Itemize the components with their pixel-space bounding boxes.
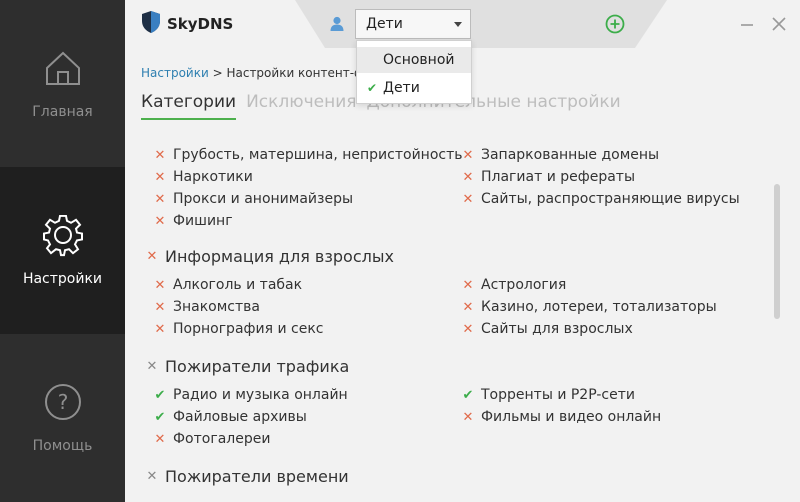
category-item[interactable]: ✕ Знакомства — [153, 299, 260, 315]
cross-icon: ✕ — [154, 191, 166, 207]
cross-icon: ✕ — [154, 431, 166, 447]
category-item-label: Файловые архивы — [173, 409, 307, 425]
cross-icon: ✕ — [146, 469, 158, 484]
cross-icon: ✕ — [146, 359, 158, 374]
category-item-label: Фишинг — [173, 213, 233, 229]
cross-icon: ✕ — [154, 299, 166, 315]
category-item[interactable]: ✕ Сайты, распространяющие вирусы — [461, 191, 740, 207]
category-item-label: Алкоголь и табак — [173, 277, 303, 293]
category-item-label: Астрология — [481, 277, 567, 293]
breadcrumb-link[interactable]: Настройки — [141, 66, 209, 80]
breadcrumb: Настройки > Настройки контент-фи — [141, 66, 372, 80]
category-group-label: Пожиратели времени — [165, 467, 349, 486]
category-group-label: Информация для взрослых — [165, 247, 394, 266]
dropdown-option-label: Дети — [383, 80, 420, 96]
home-icon — [41, 46, 85, 90]
cross-icon: ✕ — [462, 299, 474, 315]
check-icon: ✔ — [154, 409, 166, 425]
cross-icon: ✕ — [462, 277, 474, 293]
category-item[interactable]: ✕ Порнография и секс — [153, 321, 324, 337]
dropdown-option[interactable]: Основной — [357, 47, 471, 73]
category-item[interactable]: ✕ Фотогалереи — [153, 431, 271, 447]
category-item[interactable]: ✔ Торренты и P2P-сети — [461, 387, 635, 403]
cross-icon: ✕ — [462, 147, 474, 163]
sidebar: Главная Настройки ? Помощь — [0, 0, 125, 502]
category-item-label: Фильмы и видео онлайн — [481, 409, 662, 425]
cross-icon: ✕ — [462, 321, 474, 337]
sidebar-item-label: Помощь — [32, 438, 93, 454]
breadcrumb-separator: > — [208, 66, 227, 80]
add-profile-icon[interactable] — [605, 14, 625, 34]
sidebar-item-home[interactable]: Главная — [0, 0, 125, 167]
check-icon: ✔ — [367, 81, 378, 95]
logo: SkyDNS — [141, 10, 233, 38]
cross-icon: ✕ — [462, 409, 474, 425]
category-item[interactable]: ✕ Запаркованные домены — [461, 147, 660, 163]
category-item[interactable]: ✔ Радио и музыка онлайн — [153, 387, 348, 403]
cross-icon: ✕ — [154, 321, 166, 337]
profile-dropdown: Основной ✔ Дети — [356, 40, 472, 104]
category-item-label: Сайты, распространяющие вирусы — [481, 191, 740, 207]
category-group[interactable]: ✕ Пожиратели трафика — [145, 357, 350, 376]
tab-categories[interactable]: Категории — [141, 92, 237, 120]
dropdown-option[interactable]: ✔ Дети — [357, 75, 471, 101]
category-item-label: Наркотики — [173, 169, 253, 185]
dropdown-option-label: Основной — [383, 52, 455, 68]
category-item-label: Казино, лотереи, тотализаторы — [481, 299, 717, 315]
cross-icon: ✕ — [462, 191, 474, 207]
sidebar-item-help[interactable]: ? Помощь — [0, 334, 125, 501]
gear-icon — [41, 213, 85, 257]
profile-select[interactable]: Дети — [355, 9, 471, 39]
main-content: Настройки > Настройки контент-фи Категор… — [125, 48, 800, 502]
profile-select-value: Дети — [366, 16, 403, 32]
check-icon: ✔ — [462, 387, 474, 403]
sidebar-item-settings[interactable]: Настройки — [0, 167, 125, 334]
category-item[interactable]: ✕ Сайты для взрослых — [461, 321, 633, 337]
cross-icon: ✕ — [146, 249, 158, 264]
breadcrumb-current: Настройки контент-фи — [226, 66, 373, 80]
category-group-label: Пожиратели трафика — [165, 357, 350, 376]
category-group[interactable]: ✕ Пожиратели времени — [145, 467, 349, 486]
chevron-down-icon — [454, 22, 462, 27]
check-icon: ✔ — [154, 387, 166, 403]
category-item[interactable]: ✔ Файловые архивы — [153, 409, 307, 425]
close-icon[interactable] — [769, 14, 789, 34]
category-item[interactable]: ✕ Алкоголь и табак — [153, 277, 303, 293]
help-icon: ? — [41, 380, 85, 424]
category-item-label: Радио и музыка онлайн — [173, 387, 348, 403]
category-item-label: Сайты для взрослых — [481, 321, 633, 337]
svg-text:?: ? — [57, 390, 68, 414]
category-item-label: Прокси и анонимайзеры — [173, 191, 354, 207]
category-item[interactable]: ✕ Грубость, матершина, непристойность — [153, 147, 463, 163]
category-item[interactable]: ✕ Казино, лотереи, тотализаторы — [461, 299, 717, 315]
user-icon — [330, 16, 344, 35]
cross-icon: ✕ — [154, 277, 166, 293]
category-group[interactable]: ✕ Информация для взрослых — [145, 247, 394, 266]
category-item-label: Грубость, матершина, непристойность — [173, 147, 463, 163]
scrollbar[interactable] — [774, 184, 780, 319]
category-item[interactable]: ✕ Прокси и анонимайзеры — [153, 191, 353, 207]
category-item[interactable]: ✕ Астрология — [461, 277, 567, 293]
cross-icon: ✕ — [154, 169, 166, 185]
category-item-label: Торренты и P2P-сети — [481, 387, 635, 403]
category-item-label: Плагиат и рефераты — [481, 169, 635, 185]
category-item-label: Знакомства — [173, 299, 260, 315]
category-item[interactable]: ✕ Плагиат и рефераты — [461, 169, 635, 185]
category-item-label: Запаркованные домены — [481, 147, 660, 163]
shield-icon — [141, 10, 161, 38]
cross-icon: ✕ — [462, 169, 474, 185]
category-item-label: Фотогалереи — [173, 431, 271, 447]
category-item[interactable]: ✕ Фильмы и видео онлайн — [461, 409, 662, 425]
tab-exceptions[interactable]: Исключения — [246, 92, 356, 120]
minimize-icon[interactable] — [737, 14, 757, 34]
sidebar-item-label: Настройки — [22, 271, 103, 287]
sidebar-item-label: Главная — [32, 104, 93, 120]
category-item[interactable]: ✕ Фишинг — [153, 213, 233, 229]
profile-tab: Дети — [295, 0, 667, 48]
cross-icon: ✕ — [154, 147, 166, 163]
category-item-label: Порнография и секс — [173, 321, 324, 337]
category-item[interactable]: ✕ Наркотики — [153, 169, 253, 185]
cross-icon: ✕ — [154, 213, 166, 229]
app-name: SkyDNS — [167, 15, 234, 33]
